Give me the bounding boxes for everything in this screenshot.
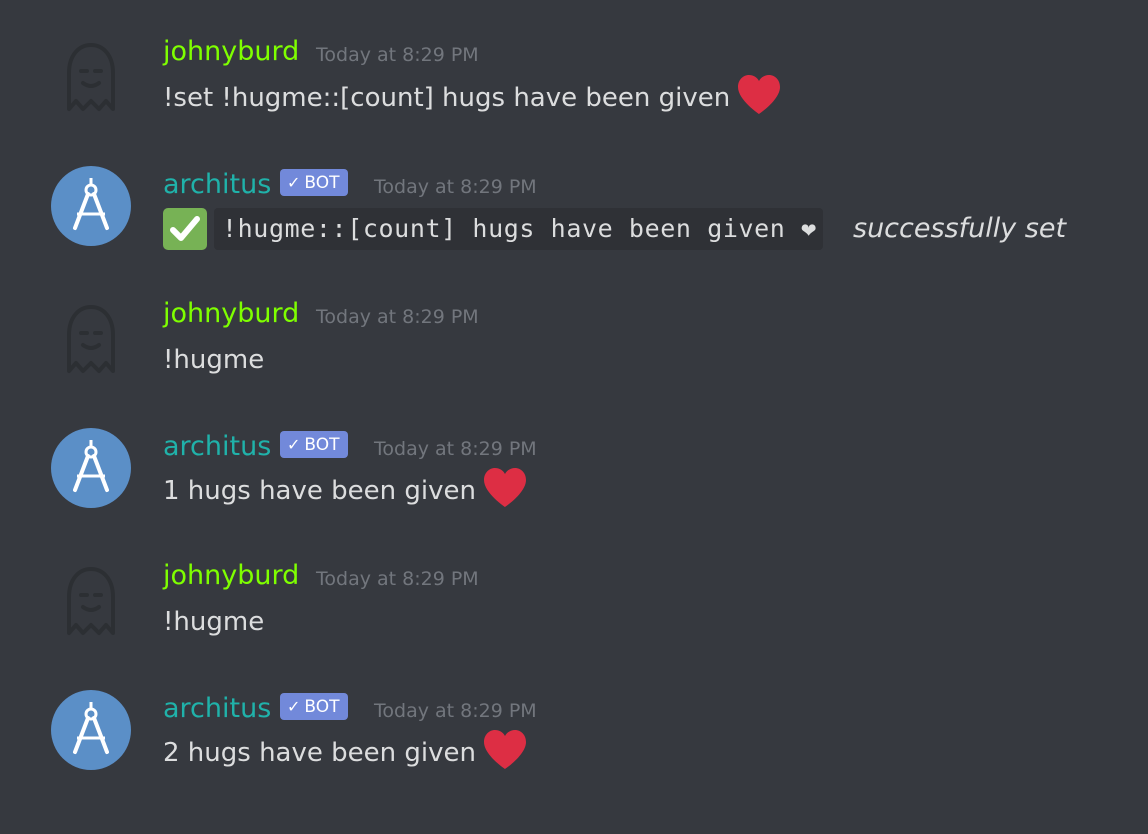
timestamp: Today at 8:29 PM — [374, 438, 537, 460]
compass-icon — [73, 440, 109, 492]
timestamp: Today at 8:29 PM — [316, 568, 479, 590]
compass-icon — [73, 178, 109, 230]
username[interactable]: architus — [163, 170, 271, 200]
status-text: successfully set — [853, 213, 1067, 244]
checkmark-icon: ✓ — [287, 697, 301, 716]
avatar[interactable] — [51, 301, 131, 381]
username[interactable]: architus — [163, 432, 271, 462]
heart-icon — [738, 74, 781, 114]
message-content: 1 hugs have been given — [163, 467, 528, 509]
message-text: !set !hugme::[count] hugs have been give… — [163, 83, 731, 113]
heart-icon — [483, 467, 526, 507]
username[interactable]: johnyburd — [163, 299, 299, 329]
message: architus ✓ BOT Today at 8:29 PM 2 hugs ha… — [0, 690, 1148, 792]
ghost-icon — [67, 567, 115, 635]
message-text: 2 hugs have been given — [163, 738, 476, 768]
timestamp: Today at 8:29 PM — [374, 176, 537, 198]
checkmark-icon: ✓ — [287, 173, 301, 192]
message: johnyburd Today at 8:29 PM !set !hugme::… — [0, 37, 1148, 137]
avatar[interactable] — [51, 690, 131, 770]
ghost-icon — [67, 43, 115, 111]
heart-icon — [483, 729, 526, 769]
compass-icon — [73, 702, 109, 754]
username[interactable]: johnyburd — [163, 561, 299, 591]
message: johnyburd Today at 8:29 PM !hugme — [0, 299, 1148, 399]
timestamp: Today at 8:29 PM — [316, 306, 479, 328]
bot-tag: ✓ BOT — [280, 693, 348, 720]
message-content: !hugme — [163, 343, 264, 377]
inline-code: !hugme::[count] hugs have been given ❤ — [214, 208, 823, 250]
checkmark-icon: ✓ — [287, 435, 301, 454]
message-text: !hugme — [163, 607, 265, 637]
avatar[interactable] — [51, 563, 131, 643]
message-content: 2 hugs have been given — [163, 729, 528, 771]
message-text: 1 hugs have been given — [163, 476, 476, 506]
username[interactable]: johnyburd — [163, 37, 299, 67]
avatar[interactable] — [51, 166, 131, 246]
message-content: !set !hugme::[count] hugs have been give… — [163, 74, 782, 116]
avatar[interactable] — [51, 39, 131, 119]
white-check-mark-icon — [163, 208, 207, 250]
avatar[interactable] — [51, 428, 131, 508]
message: architus ✓ BOT Today at 8:29 PM 1 hugs ha… — [0, 428, 1148, 530]
timestamp: Today at 8:29 PM — [374, 700, 537, 722]
message: johnyburd Today at 8:29 PM !hugme — [0, 561, 1148, 661]
username[interactable]: architus — [163, 694, 271, 724]
timestamp: Today at 8:29 PM — [316, 44, 479, 66]
message: architus ✓ BOT Today at 8:29 PM !hugme::[… — [0, 166, 1148, 268]
message-list: johnyburd Today at 8:29 PM !set !hugme::… — [0, 0, 1148, 834]
bot-tag: ✓ BOT — [280, 169, 348, 196]
message-content: !hugme — [163, 605, 264, 639]
message-text: !hugme — [163, 345, 265, 375]
ghost-icon — [67, 305, 115, 373]
bot-tag: ✓ BOT — [280, 431, 348, 458]
